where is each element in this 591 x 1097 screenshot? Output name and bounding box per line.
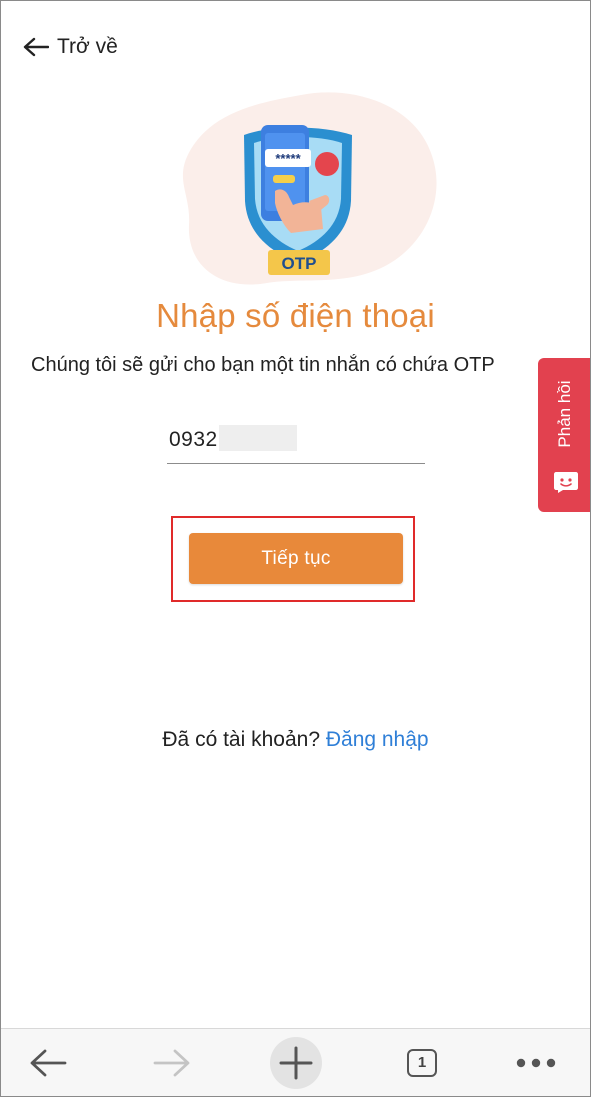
- more-icon: [516, 1058, 556, 1068]
- page-title: Nhập số điện thoại: [1, 297, 590, 335]
- more-button[interactable]: [507, 1029, 565, 1096]
- back-label: Trở về: [57, 35, 118, 59]
- back-button[interactable]: Trở về: [23, 35, 118, 59]
- tabs-icon: 1: [407, 1049, 437, 1077]
- continue-button[interactable]: Tiếp tục: [189, 533, 403, 584]
- page-subtitle: Chúng tôi sẽ gửi cho bạn một tin nhắn có…: [31, 354, 561, 377]
- tabs-button[interactable]: 1: [393, 1029, 451, 1096]
- phone-input[interactable]: 0932: [167, 425, 425, 464]
- otp-badge-text: OTP: [282, 254, 317, 273]
- login-prompt-text: Đã có tài khoản?: [162, 728, 320, 751]
- phone-redaction: [219, 425, 297, 451]
- login-prompt: Đã có tài khoản? Đăng nhập: [1, 728, 590, 752]
- feedback-label: Phản hồi: [555, 380, 575, 447]
- browser-back-button[interactable]: [19, 1029, 77, 1096]
- feedback-chat-icon: [553, 470, 579, 494]
- plus-icon: [279, 1046, 313, 1080]
- phone-input-value: 0932: [169, 428, 218, 452]
- browser-back-icon: [29, 1048, 67, 1078]
- new-tab-circle: [270, 1037, 322, 1089]
- otp-illustration: ***** OTP: [151, 83, 441, 293]
- login-link[interactable]: Đăng nhập: [326, 728, 429, 751]
- password-mask: *****: [275, 151, 301, 166]
- mobile-screen: Trở về ***** OTP Nhập số điện thoại Chún…: [0, 0, 591, 1097]
- arrow-left-icon: [23, 37, 49, 57]
- tab-count: 1: [418, 1054, 426, 1071]
- browser-forward-icon: [153, 1048, 191, 1078]
- new-tab-button[interactable]: [267, 1029, 325, 1096]
- browser-toolbar: 1: [1, 1028, 590, 1096]
- browser-forward-button[interactable]: [143, 1029, 201, 1096]
- feedback-tab[interactable]: Phản hồi: [538, 358, 591, 512]
